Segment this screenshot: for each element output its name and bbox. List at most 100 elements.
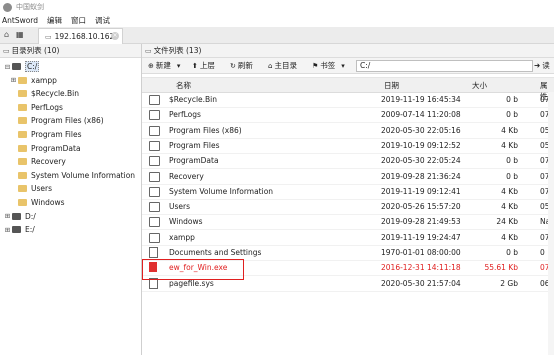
app-icon — [3, 2, 12, 12]
file-size: 24 Kb — [496, 217, 518, 227]
tree-item[interactable]: PerfLogs — [10, 101, 63, 114]
folder-icon — [149, 217, 160, 228]
file-size: 4 Kb — [501, 140, 518, 150]
tree-item[interactable]: ⊞ D:/ — [4, 210, 36, 223]
expand-icon[interactable]: ⊞ — [4, 226, 11, 234]
folder-icon — [18, 117, 27, 125]
file-row[interactable]: ProgramData 2020-05-30 22:05:24 0 b 077 — [142, 153, 554, 170]
home-icon[interactable]: ⌂ — [4, 30, 14, 40]
column-size[interactable]: 大小 — [472, 80, 487, 91]
vertical-scrollbar[interactable] — [548, 92, 554, 355]
folder-icon — [149, 110, 160, 121]
tree-item[interactable]: Windows — [10, 196, 64, 209]
highlight-box — [142, 259, 244, 280]
plus-icon: ⊕ — [148, 61, 154, 70]
folder-icon — [149, 140, 160, 151]
file-row[interactable]: xampp 2019-11-19 19:24:47 4 Kb 077 — [142, 230, 554, 246]
file-name: xampp — [169, 232, 195, 242]
home-dir-button[interactable]: ⌂ 主目录 — [268, 60, 297, 71]
chevron-down-icon: ▾ — [341, 61, 345, 70]
grid-icon[interactable]: ▦ — [16, 30, 26, 40]
file-date: 2020-05-30 22:05:16 — [381, 125, 461, 135]
file-row[interactable]: Windows2019-09-28 21:49:5324 KbNaN b — [142, 214, 554, 231]
tree-item-label: Users — [31, 184, 53, 194]
tree-item[interactable]: Recovery — [10, 155, 66, 168]
tree-item[interactable]: Program Files — [10, 128, 82, 141]
file-toolbar: ⊕ 新建 ▾ ⬆ 上层 ↻ 刷新 ⌂ 主目录 ⚑ 书签 ▾ C:/ ➜ 读 — [142, 58, 554, 74]
tree-item[interactable]: ⊟ C:/ — [4, 60, 40, 73]
file-row[interactable]: Program Files 2019-10-19 09:12:52 4 Kb 055 — [142, 138, 554, 154]
folder-icon — [149, 186, 160, 197]
path-input[interactable]: C:/ — [356, 60, 533, 72]
tree-item[interactable]: $Recycle.Bin — [10, 87, 79, 100]
file-name: ProgramData — [169, 156, 219, 166]
tree-item-label: System Volume Information — [31, 170, 136, 180]
file-size: 0 b — [506, 248, 518, 257]
file-row[interactable]: $Recycle.Bin 2019-11-19 16:45:34 0 b 077 — [142, 92, 554, 108]
folder-icon — [18, 185, 27, 193]
tree-item-label: PerfLogs — [31, 102, 63, 112]
tree-item-label: ProgramData — [31, 143, 81, 153]
directory-header: ▭ 目录列表 (10) — [0, 44, 141, 58]
bookmark-button[interactable]: ⚑ 书签 ▾ — [312, 60, 347, 71]
tree-item-label: C:/ — [25, 61, 40, 72]
file-date: 2020-05-30 22:05:24 — [381, 156, 461, 166]
arrow-right-icon: ➜ — [534, 61, 541, 70]
column-name[interactable]: 名称 — [176, 80, 191, 91]
file-size: 4 Kb — [501, 232, 518, 242]
menu-edit[interactable]: 编辑 — [47, 15, 62, 26]
file-row[interactable]: Program Files (x86) 2020-05-30 22:05:16 4 … — [142, 123, 554, 139]
refresh-button[interactable]: ↻ 刷新 — [230, 60, 253, 71]
folder-icon — [149, 95, 160, 105]
tree-item[interactable]: Users — [10, 182, 52, 195]
tree-item[interactable]: System Volume Information — [10, 169, 135, 182]
file-row[interactable]: System Volume Information 2019-11-19 09:1… — [142, 184, 554, 200]
column-date[interactable]: 日期 — [384, 80, 399, 91]
file-date: 2019-09-28 21:49:53 — [381, 217, 461, 227]
tab-label: 192.168.10.162 — [54, 32, 115, 41]
file-row[interactable]: Users 2020-05-26 15:57:20 4 Kb 055 — [142, 199, 554, 216]
file-size: 2 Gb — [500, 278, 518, 288]
go-label: 读 — [542, 61, 550, 70]
file-name: Documents and Settings — [169, 248, 262, 257]
file-date: 2019-09-28 21:36:24 — [381, 171, 461, 181]
file-attr: 0 — [540, 248, 545, 257]
file-list-header: ▭ 文件列表 (13) — [142, 44, 554, 58]
file-row[interactable]: PerfLogs 2009-07-14 11:20:08 0 b 077 — [142, 107, 554, 124]
file-row[interactable]: Recovery 2019-09-28 21:36:24 0 b 077 — [142, 169, 554, 185]
collapse-icon[interactable]: ⊟ — [4, 63, 11, 71]
expand-icon[interactable]: ⊞ — [10, 76, 17, 84]
tree-item[interactable]: ⊞ E:/ — [4, 223, 35, 236]
drive-icon — [12, 63, 21, 70]
file-name: Windows — [169, 217, 203, 227]
menu-debug[interactable]: 调试 — [95, 15, 110, 26]
close-icon[interactable]: × — [111, 32, 119, 40]
tree-item-label: xampp — [31, 75, 57, 85]
file-name: $Recycle.Bin — [169, 95, 218, 104]
folder-icon — [18, 76, 27, 84]
tab-bar: ⌂ ▦ ▭ 192.168.10.162 × — [0, 27, 554, 44]
tree-item[interactable]: ⊞ xampp — [10, 74, 57, 87]
file-date: 2020-05-26 15:57:20 — [381, 202, 461, 212]
home-icon: ⌂ — [268, 61, 273, 70]
new-label: 新建 — [155, 61, 171, 70]
up-button[interactable]: ⬆ 上层 — [192, 60, 215, 71]
tree-item[interactable]: ProgramData — [10, 142, 81, 155]
file-name: System Volume Information — [169, 186, 274, 196]
tree-item-label: D:/ — [25, 211, 36, 221]
expand-icon[interactable]: ⊞ — [4, 212, 11, 220]
tab-connection[interactable]: ▭ 192.168.10.162 × — [38, 28, 123, 44]
column-header: 名称 日期 大小 属性 — [142, 77, 554, 101]
menu-antsword[interactable]: AntSword — [2, 16, 38, 25]
file-name: Program Files — [169, 140, 220, 150]
file-list-header-label: 文件列表 (13) — [153, 46, 202, 55]
folder-icon — [149, 125, 160, 136]
file-date: 2019-11-19 19:24:47 — [381, 232, 461, 242]
drive-icon — [12, 212, 21, 220]
file-date: 2019-11-19 16:45:34 — [381, 95, 461, 104]
up-label: 上层 — [199, 61, 215, 70]
menu-window[interactable]: 窗口 — [71, 15, 86, 26]
go-button[interactable]: ➜ 读 — [534, 60, 550, 71]
tree-item[interactable]: Program Files (x86) — [10, 114, 104, 127]
new-button[interactable]: ⊕ 新建 ▾ — [148, 60, 182, 71]
